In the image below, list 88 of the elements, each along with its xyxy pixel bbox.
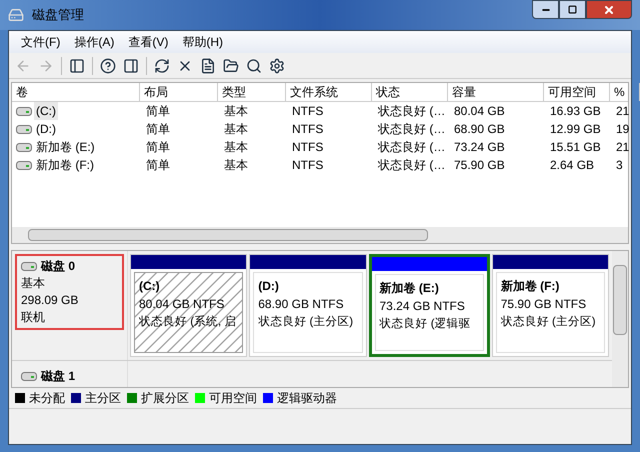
table-cell-text: NTFS xyxy=(291,121,324,138)
table-cell-text: NTFS xyxy=(291,157,324,174)
minimize-button[interactable] xyxy=(532,0,559,19)
table-cell-text: 75.90 GB xyxy=(453,157,506,174)
table-cell-text: 3 xyxy=(615,157,624,174)
app-icon xyxy=(8,7,24,23)
table-cell-text: 状态良好 (… xyxy=(377,139,446,156)
table-cell-text: 12.99 GB xyxy=(549,121,602,138)
table-cell-text: 21 xyxy=(615,103,630,120)
legend-label: 逻辑驱动器 xyxy=(277,390,337,407)
drive-icon xyxy=(21,262,37,271)
legend-label: 未分配 xyxy=(29,390,65,407)
menu-item[interactable]: 操作(A) xyxy=(70,33,118,51)
partition-size: 80.04 GB NTFS xyxy=(139,296,226,313)
menu-item[interactable]: 帮助(H) xyxy=(178,33,227,51)
drive-icon xyxy=(16,160,32,170)
disk-info-panel[interactable]: 磁盘 1 xyxy=(15,364,124,389)
table-cell-text: 状态良好 (… xyxy=(377,157,446,174)
disk-name: 磁盘 0 xyxy=(41,258,76,275)
partition-label: 新加卷 (F:) xyxy=(500,278,560,295)
drive-icon xyxy=(16,142,32,152)
partition-size: 75.90 GB NTFS xyxy=(500,296,588,313)
partition-status: 状态良好 (主分区) xyxy=(500,314,597,330)
partition-block[interactable]: 新加卷 (E:) 73.24 GB NTFS 状态良好 (逻辑驱 xyxy=(368,254,490,357)
drive-icon xyxy=(16,124,32,134)
close-button[interactable] xyxy=(586,0,632,19)
column-header[interactable]: 容量 xyxy=(448,83,544,101)
table-cell-text: 简单 xyxy=(145,139,171,156)
help-icon[interactable] xyxy=(98,56,118,76)
table-cell-text: NTFS xyxy=(291,139,324,156)
table-cell[interactable]: 新加卷 (E:) xyxy=(34,138,97,156)
column-header[interactable]: % xyxy=(610,83,640,101)
disk-size: 298.09 GB xyxy=(21,292,80,309)
table-cell-text: 基本 xyxy=(223,103,249,120)
window-title: 磁盘管理 xyxy=(32,6,85,24)
close-icon xyxy=(603,4,615,16)
drive-icon xyxy=(16,106,32,116)
table-cell-text: 80.04 GB xyxy=(453,103,506,120)
partition-status: 状态良好 (逻辑驱 xyxy=(380,316,472,332)
horizontal-scrollbar[interactable] xyxy=(12,227,628,243)
partition-status: 状态良好 (系统, 启 xyxy=(139,314,238,330)
partition-block[interactable]: 新加卷 (F:) 75.90 GB NTFS 状态良好 (主分区) xyxy=(492,254,609,357)
table-cell-text: 简单 xyxy=(145,103,171,120)
table-cell-text: 简单 xyxy=(145,157,171,174)
partition-block[interactable]: (D:) 68.90 GB NTFS 状态良好 (主分区) xyxy=(249,254,366,357)
table-cell-text: 21 xyxy=(615,139,630,156)
column-header[interactable]: 卷 xyxy=(12,83,140,101)
legend-label: 扩展分区 xyxy=(141,390,189,407)
partition-label: (D:) xyxy=(258,278,280,295)
table-cell[interactable]: (D:) xyxy=(34,120,58,138)
table-cell-text: 68.90 GB xyxy=(453,121,506,138)
partition-label: 新加卷 (E:) xyxy=(380,280,440,297)
legend-label: 可用空间 xyxy=(209,390,257,407)
table-cell[interactable]: 新加卷 (F:) xyxy=(34,156,96,174)
table-cell-text: 基本 xyxy=(223,139,249,156)
table-cell-text: 73.24 GB xyxy=(453,139,506,156)
table-cell-text: 基本 xyxy=(223,157,249,174)
column-header[interactable]: 类型 xyxy=(218,83,286,101)
partition-size: 68.90 GB NTFS xyxy=(258,296,345,313)
column-header[interactable]: 可用空间 xyxy=(544,83,610,101)
partition-size: 73.24 GB NTFS xyxy=(380,298,466,315)
maximize-button[interactable] xyxy=(559,0,586,19)
partition-status: 状态良好 (主分区) xyxy=(258,314,354,330)
partition-label: (C:) xyxy=(139,278,161,295)
drive-icon xyxy=(21,372,37,381)
legend-label: 主分区 xyxy=(85,390,121,407)
menu-item[interactable]: 文件(F) xyxy=(17,33,64,51)
vertical-scrollbar[interactable] xyxy=(612,251,628,387)
table-cell-text: 19 xyxy=(615,121,630,138)
disk-status: 联机 xyxy=(21,309,46,326)
table-cell-text: 基本 xyxy=(223,121,249,138)
table-cell-text: 简单 xyxy=(145,121,171,138)
table-cell-text: 2.64 GB xyxy=(549,157,596,174)
column-header[interactable]: 布局 xyxy=(140,83,218,101)
table-cell-text: 15.51 GB xyxy=(549,139,602,156)
disk-type: 基本 xyxy=(21,275,46,292)
table-cell[interactable]: (C:) xyxy=(34,102,58,120)
column-header[interactable]: 状态 xyxy=(372,83,448,101)
maximize-icon xyxy=(568,5,577,14)
table-cell-text: 状态良好 (… xyxy=(377,121,446,138)
partition-block[interactable]: (C:) 80.04 GB NTFS 状态良好 (系统, 启 xyxy=(130,254,248,357)
table-cell-text: 16.93 GB xyxy=(549,103,602,120)
disk-info-panel[interactable]: 磁盘 0 基本 298.09 GB 联机 xyxy=(15,254,124,330)
column-header[interactable]: 文件系统 xyxy=(286,83,372,101)
table-cell-text: 状态良好 (… xyxy=(377,103,446,120)
menu-item[interactable]: 查看(V) xyxy=(124,33,172,51)
table-cell-text: NTFS xyxy=(291,103,324,120)
disk-name: 磁盘 1 xyxy=(41,368,76,385)
